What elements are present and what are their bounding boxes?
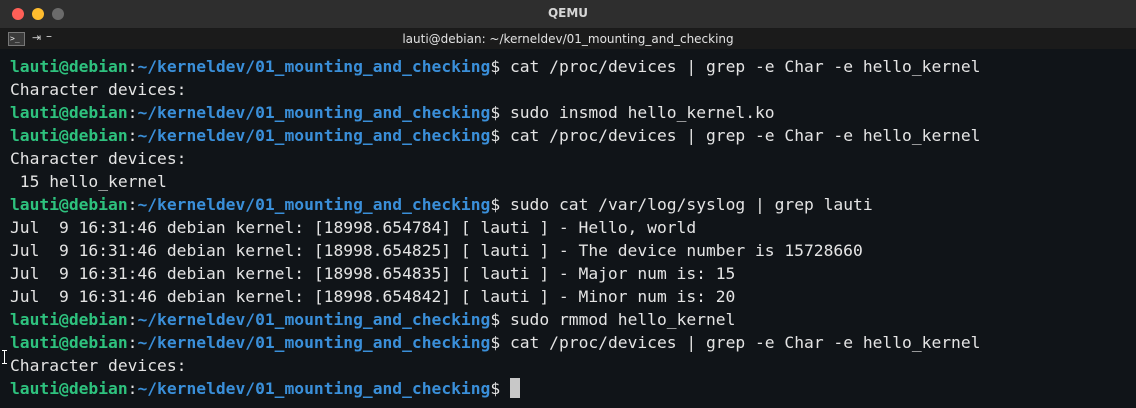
prompt-path: ~/kerneldev/01_mounting_and_checking bbox=[137, 103, 491, 122]
prompt-dollar: $ bbox=[490, 195, 510, 214]
prompt-user-host: lauti@debian bbox=[10, 310, 128, 329]
app-title: QEMU bbox=[547, 6, 589, 20]
prompt-path: ~/kerneldev/01_mounting_and_checking bbox=[137, 333, 491, 352]
command-text: cat /proc/devices | grep -e Char -e hell… bbox=[509, 57, 981, 76]
command-text: cat /proc/devices | grep -e Char -e hell… bbox=[509, 126, 981, 145]
prompt-user-host: lauti@debian bbox=[10, 333, 128, 352]
output-line: 15 hello_kernel bbox=[10, 172, 167, 191]
title-bar[interactable]: QEMU bbox=[0, 0, 1136, 29]
prompt-dollar: $ bbox=[490, 379, 510, 398]
command-text: cat /proc/devices | grep -e Char -e hell… bbox=[509, 333, 981, 352]
output-line: Jul 9 16:31:46 debian kernel: [18998.654… bbox=[10, 264, 736, 283]
terminal-header: >_ ⇥ – lauti@debian: ~/kerneldev/01_moun… bbox=[0, 29, 1136, 49]
prompt-separator: : bbox=[127, 57, 138, 76]
terminal-cursor[interactable] bbox=[509, 378, 520, 398]
prompt-separator: : bbox=[127, 103, 138, 122]
prompt-path: ~/kerneldev/01_mounting_and_checking bbox=[137, 126, 491, 145]
prompt-path: ~/kerneldev/01_mounting_and_checking bbox=[137, 57, 491, 76]
output-line: Character devices: bbox=[10, 149, 187, 168]
command-text: sudo insmod hello_kernel.ko bbox=[509, 103, 775, 122]
prompt-path: ~/kerneldev/01_mounting_and_checking bbox=[137, 195, 491, 214]
command-text: sudo cat /var/log/syslog | grep lauti bbox=[509, 195, 873, 214]
output-line: Character devices: bbox=[10, 356, 187, 375]
prompt-user-host: lauti@debian bbox=[10, 103, 128, 122]
prompt-line: lauti@debian:~/kerneldev/01_mounting_and… bbox=[10, 101, 1136, 124]
prompt-line: lauti@debian:~/kerneldev/01_mounting_and… bbox=[10, 308, 1136, 331]
terminal-output[interactable]: lauti@debian:~/kerneldev/01_mounting_and… bbox=[10, 55, 1136, 400]
prompt-user-host: lauti@debian bbox=[10, 57, 128, 76]
prompt-dollar: $ bbox=[490, 103, 510, 122]
text-cursor-icon bbox=[2, 350, 7, 364]
output-line: Jul 9 16:31:46 debian kernel: [18998.654… bbox=[10, 241, 863, 260]
prompt-dollar: $ bbox=[490, 126, 510, 145]
prompt-separator: : bbox=[127, 333, 138, 352]
prompt-user-host: lauti@debian bbox=[10, 195, 128, 214]
prompt-line: lauti@debian:~/kerneldev/01_mounting_and… bbox=[10, 377, 1136, 400]
output-line: Jul 9 16:31:46 debian kernel: [18998.654… bbox=[10, 287, 736, 306]
prompt-user-host: lauti@debian bbox=[10, 379, 128, 398]
prompt-path: ~/kerneldev/01_mounting_and_checking bbox=[137, 310, 491, 329]
prompt-line: lauti@debian:~/kerneldev/01_mounting_and… bbox=[10, 124, 1136, 147]
command-text: sudo rmmod hello_kernel bbox=[509, 310, 736, 329]
prompt-line: lauti@debian:~/kerneldev/01_mounting_and… bbox=[10, 331, 1136, 354]
prompt-separator: : bbox=[127, 126, 138, 145]
prompt-line: lauti@debian:~/kerneldev/01_mounting_and… bbox=[10, 55, 1136, 78]
prompt-line: lauti@debian:~/kerneldev/01_mounting_and… bbox=[10, 193, 1136, 216]
prompt-dollar: $ bbox=[490, 310, 510, 329]
prompt-separator: : bbox=[127, 379, 138, 398]
prompt-dollar: $ bbox=[490, 57, 510, 76]
qemu-window: QEMU >_ ⇥ – lauti@debian: ~/kerneldev/01… bbox=[0, 0, 1136, 408]
prompt-dollar: $ bbox=[490, 333, 510, 352]
prompt-separator: : bbox=[127, 195, 138, 214]
prompt-separator: : bbox=[127, 310, 138, 329]
terminal-title: lauti@debian: ~/kerneldev/01_mounting_an… bbox=[402, 32, 734, 46]
prompt-user-host: lauti@debian bbox=[10, 126, 128, 145]
output-line: Character devices: bbox=[10, 80, 187, 99]
output-line: Jul 9 16:31:46 debian kernel: [18998.654… bbox=[10, 218, 697, 237]
prompt-path: ~/kerneldev/01_mounting_and_checking bbox=[137, 379, 491, 398]
